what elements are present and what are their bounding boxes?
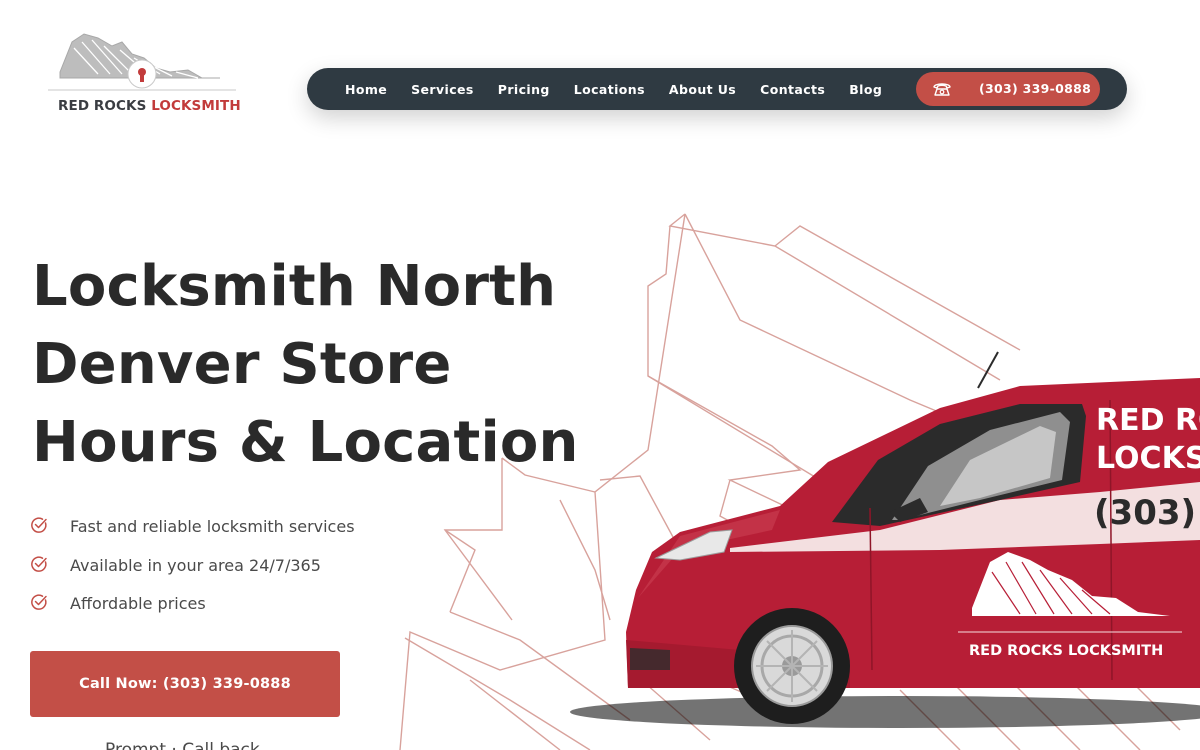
van-phone-partial: (303) 4	[1094, 493, 1200, 533]
logo-brand-part2: LOCKSMITH	[151, 98, 241, 114]
check-circle-icon	[31, 555, 47, 572]
nav-item-blog[interactable]: Blog	[849, 82, 882, 97]
nav-phone-number: (303) 339-0888	[979, 81, 1092, 96]
nav-item-locations[interactable]: Locations	[574, 82, 645, 97]
check-circle-icon	[31, 594, 47, 610]
feature-text: Affordable prices	[70, 594, 206, 613]
van-wheel	[734, 608, 850, 724]
van-text-line2: LOCKSMITH	[1096, 441, 1200, 476]
call-now-button[interactable]: Call Now: (303) 339-0888	[30, 651, 340, 717]
mountain-keyhole-logo-icon	[48, 33, 236, 91]
below-cta-text: Prompt · Call back	[105, 740, 260, 750]
nav-item-contacts[interactable]: Contacts	[760, 82, 825, 97]
feature-text: Fast and reliable locksmith services	[70, 517, 355, 536]
feature-text: Available in your area 24/7/365	[70, 555, 321, 575]
van-brand: RED ROCKS LOCKSMITH	[969, 643, 1163, 659]
nav-menu: Home Services Pricing Locations About Us…	[345, 68, 906, 110]
logo-brand-part1: RED ROCKS	[58, 98, 152, 114]
nav-item-pricing[interactable]: Pricing	[498, 82, 550, 97]
telephone-icon	[933, 83, 951, 96]
logo-wordmark: RED ROCKS LOCKSMITH	[58, 98, 241, 114]
nav-phone-button[interactable]: (303) 339-0888	[916, 72, 1100, 106]
nav-item-about-us[interactable]: About Us	[669, 82, 736, 97]
check-circle-icon	[31, 517, 47, 533]
page-title-line3: Hours & Location	[32, 410, 579, 475]
page-title: Locksmith North Denver Store Hours & Loc…	[32, 248, 592, 482]
van-text-line1: RED ROCKS	[1096, 403, 1200, 438]
page-title-line1: Locksmith North	[32, 254, 557, 319]
nav-item-services[interactable]: Services	[411, 82, 474, 97]
nav-item-home[interactable]: Home	[345, 82, 387, 97]
main-navbar: Home Services Pricing Locations About Us…	[307, 68, 1127, 110]
site-logo[interactable]: RED ROCKS LOCKSMITH	[48, 28, 241, 118]
page-title-line2: Denver Store	[32, 332, 452, 397]
